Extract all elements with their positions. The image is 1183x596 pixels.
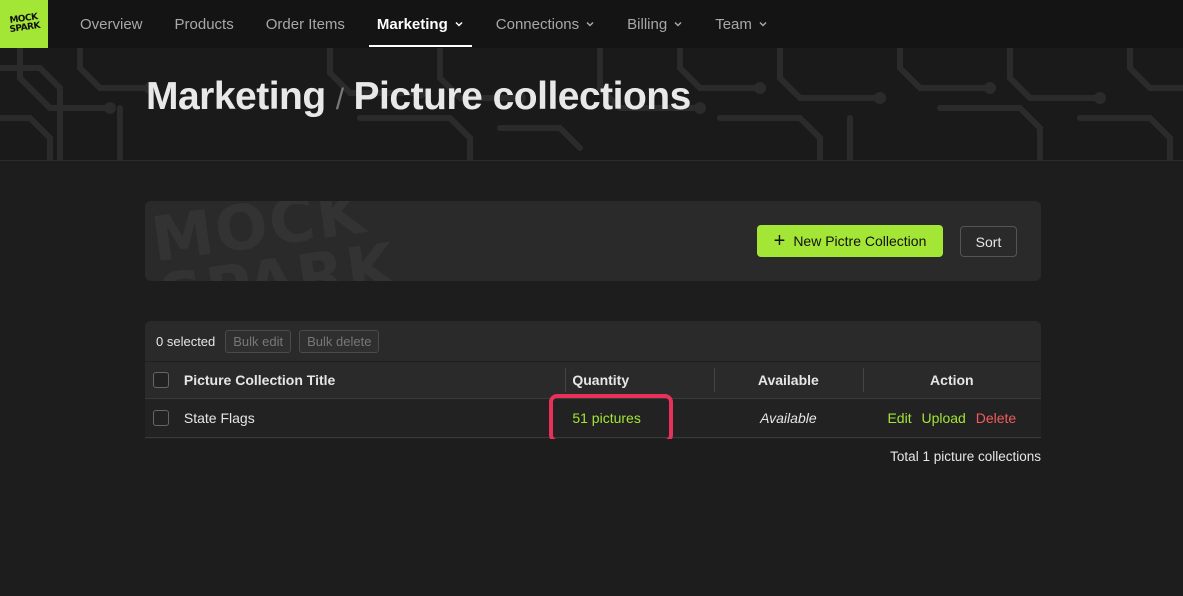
nav-item-label: Overview [80, 15, 143, 33]
column-header-available[interactable]: Available [714, 368, 863, 392]
nav-item-billing[interactable]: Billing [611, 0, 699, 48]
column-header-action: Action [862, 368, 1041, 392]
action-cell: Edit Upload Delete [863, 410, 1041, 426]
nav-item-label: Connections [495, 15, 580, 33]
nav-item-connections[interactable]: Connections [480, 0, 611, 48]
edit-link[interactable]: Edit [887, 410, 911, 426]
mockspark-logo[interactable]: MOCK SPARK [0, 0, 48, 48]
chevron-down-icon [454, 19, 464, 29]
nav-item-label: Team [715, 15, 752, 33]
top-navbar: MOCK SPARK Overview Products Order Items… [0, 0, 1183, 48]
select-all-checkbox[interactable] [153, 372, 169, 388]
page-header-banner: Marketing / Picture collections [0, 48, 1183, 161]
nav-item-label: Marketing [376, 15, 448, 33]
collections-table: 0 selected Bulk edit Bulk delete Picture… [145, 321, 1041, 439]
nav-item-label: Billing [627, 15, 668, 33]
nav-item-marketing[interactable]: Marketing [361, 0, 480, 48]
table-row: State Flags 51 pictures Available Edit U… [145, 394, 1041, 439]
chevron-down-icon [758, 19, 768, 29]
toolbar-card: MOCKSPARK + New Pictre Collection Sort [145, 201, 1041, 281]
nav-item-order-items[interactable]: Order Items [250, 0, 361, 48]
chevron-down-icon [673, 19, 683, 29]
new-picture-collection-button[interactable]: + New Pictre Collection [757, 225, 943, 257]
delete-link[interactable]: Delete [976, 410, 1016, 426]
quantity-cell: 51 pictures [549, 394, 714, 439]
column-header-quantity[interactable]: Quantity [565, 368, 714, 392]
total-count: Total 1 picture collections [890, 449, 1041, 464]
quantity-link[interactable]: 51 pictures [572, 410, 640, 426]
bulk-delete-button[interactable]: Bulk delete [299, 329, 380, 353]
table-header: Picture Collection Title Quantity Availa… [145, 361, 1041, 399]
watermark-logo: MOCKSPARK [146, 201, 401, 281]
page-title: Marketing / Picture collections [146, 75, 691, 119]
nav-item-label: Order Items [265, 15, 345, 33]
breadcrumb-current: Picture collections [353, 75, 692, 118]
upload-link[interactable]: Upload [921, 410, 965, 426]
collection-title: State Flags [183, 410, 255, 426]
breadcrumb-separator: / [335, 83, 344, 116]
row-checkbox[interactable] [153, 410, 169, 426]
nav-item-team[interactable]: Team [699, 0, 784, 48]
chevron-down-icon [585, 19, 595, 29]
bulk-edit-button[interactable]: Bulk edit [225, 329, 292, 353]
available-cell: Available [714, 410, 863, 426]
column-header-title[interactable]: Picture Collection Title [169, 372, 565, 388]
breadcrumb-parent[interactable]: Marketing [146, 75, 326, 119]
selected-count: 0 selected [156, 333, 216, 349]
nav-item-overview[interactable]: Overview [64, 0, 159, 48]
new-button-label: New Pictre Collection [793, 233, 927, 249]
nav-item-label: Products [174, 15, 234, 33]
plus-icon: + [773, 230, 786, 252]
bulk-actions-bar: 0 selected Bulk edit Bulk delete [145, 321, 1041, 361]
nav-item-products[interactable]: Products [159, 0, 250, 48]
sort-button[interactable]: Sort [960, 226, 1017, 257]
main-nav: Overview Products Order Items Marketing … [64, 0, 784, 48]
available-status: Available [760, 410, 817, 426]
logo-text: MOCK SPARK [8, 12, 41, 36]
